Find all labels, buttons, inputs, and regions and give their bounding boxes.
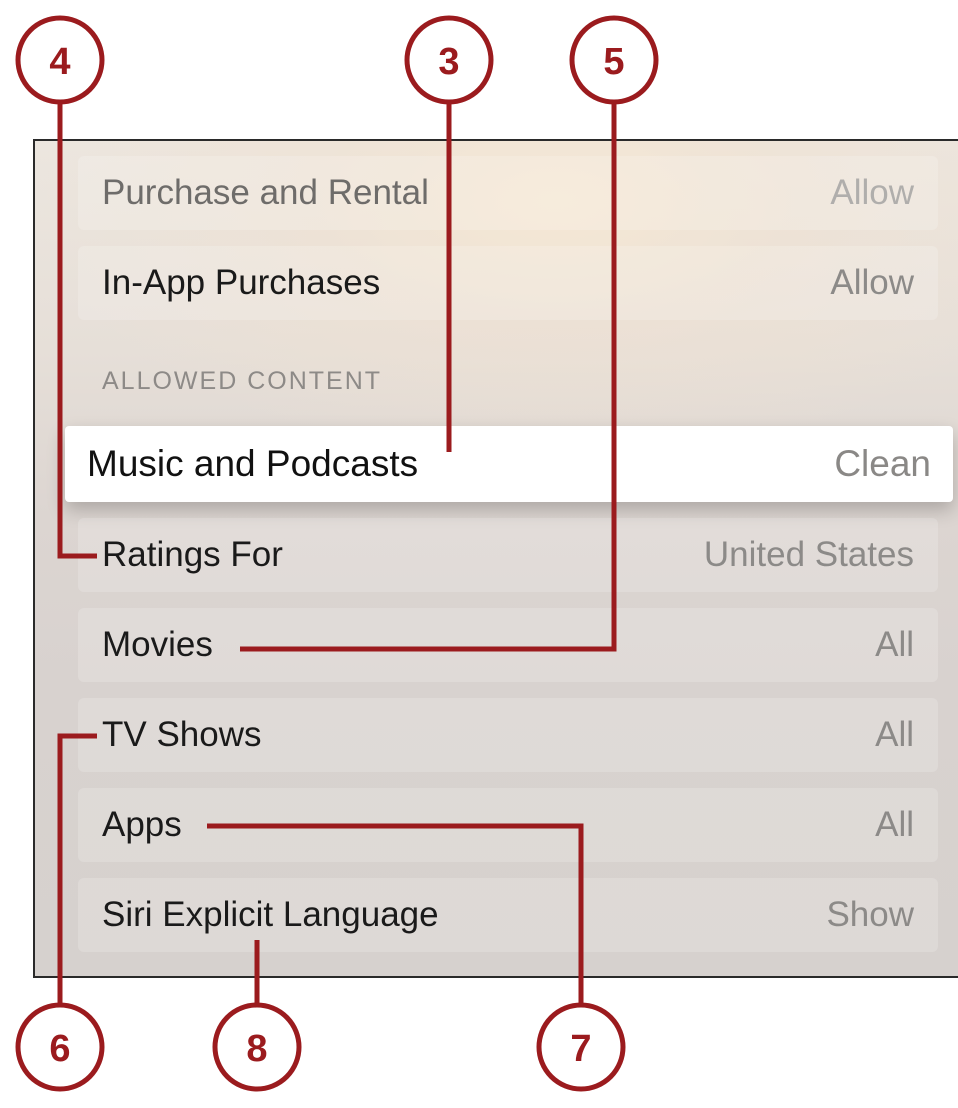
row-value: All: [875, 625, 914, 664]
row-value: All: [875, 715, 914, 754]
callout-4-circle: [15, 15, 105, 105]
row-label: TV Shows: [102, 715, 262, 754]
row-value: United States: [703, 535, 914, 574]
row-label: Ratings For: [102, 535, 283, 574]
callout-6-circle: [15, 1002, 105, 1092]
music-and-podcasts-row[interactable]: Music and Podcasts Clean: [65, 426, 953, 502]
row-value: Allow: [830, 173, 914, 212]
row-label: Movies: [102, 625, 213, 664]
siri-explicit-language-row[interactable]: Siri Explicit Language Show: [78, 878, 938, 952]
callout-3-number: 3: [438, 41, 459, 83]
callout-7-circle: [536, 1002, 626, 1092]
callout-5-circle: [569, 15, 659, 105]
row-value: All: [875, 805, 914, 844]
row-label: Siri Explicit Language: [102, 895, 439, 934]
row-label: Music and Podcasts: [87, 443, 419, 484]
ratings-for-row[interactable]: Ratings For United States: [78, 518, 938, 592]
callout-8-number: 8: [246, 1028, 267, 1070]
row-label: Purchase and Rental: [102, 173, 429, 212]
purchase-and-rental-row[interactable]: Purchase and Rental Allow: [78, 156, 938, 230]
section-header-allowed-content: ALLOWED CONTENT: [102, 367, 383, 395]
callout-8-circle: [212, 1002, 302, 1092]
callout-7-number: 7: [570, 1028, 591, 1070]
tv-shows-row[interactable]: TV Shows All: [78, 698, 938, 772]
callout-6-number: 6: [49, 1028, 70, 1070]
callout-4-number: 4: [49, 41, 70, 83]
row-value: Clean: [834, 443, 931, 484]
in-app-purchases-row[interactable]: In-App Purchases Allow: [78, 246, 938, 320]
callout-5-number: 5: [603, 41, 624, 83]
row-label: Apps: [102, 805, 182, 844]
callout-3-circle: [404, 15, 494, 105]
row-value: Show: [826, 895, 914, 934]
movies-row[interactable]: Movies All: [78, 608, 938, 682]
row-label: In-App Purchases: [102, 263, 381, 302]
apps-row[interactable]: Apps All: [78, 788, 938, 862]
row-value: Allow: [830, 263, 914, 302]
settings-panel: Purchase and Rental Allow In-App Purchas…: [33, 139, 958, 978]
